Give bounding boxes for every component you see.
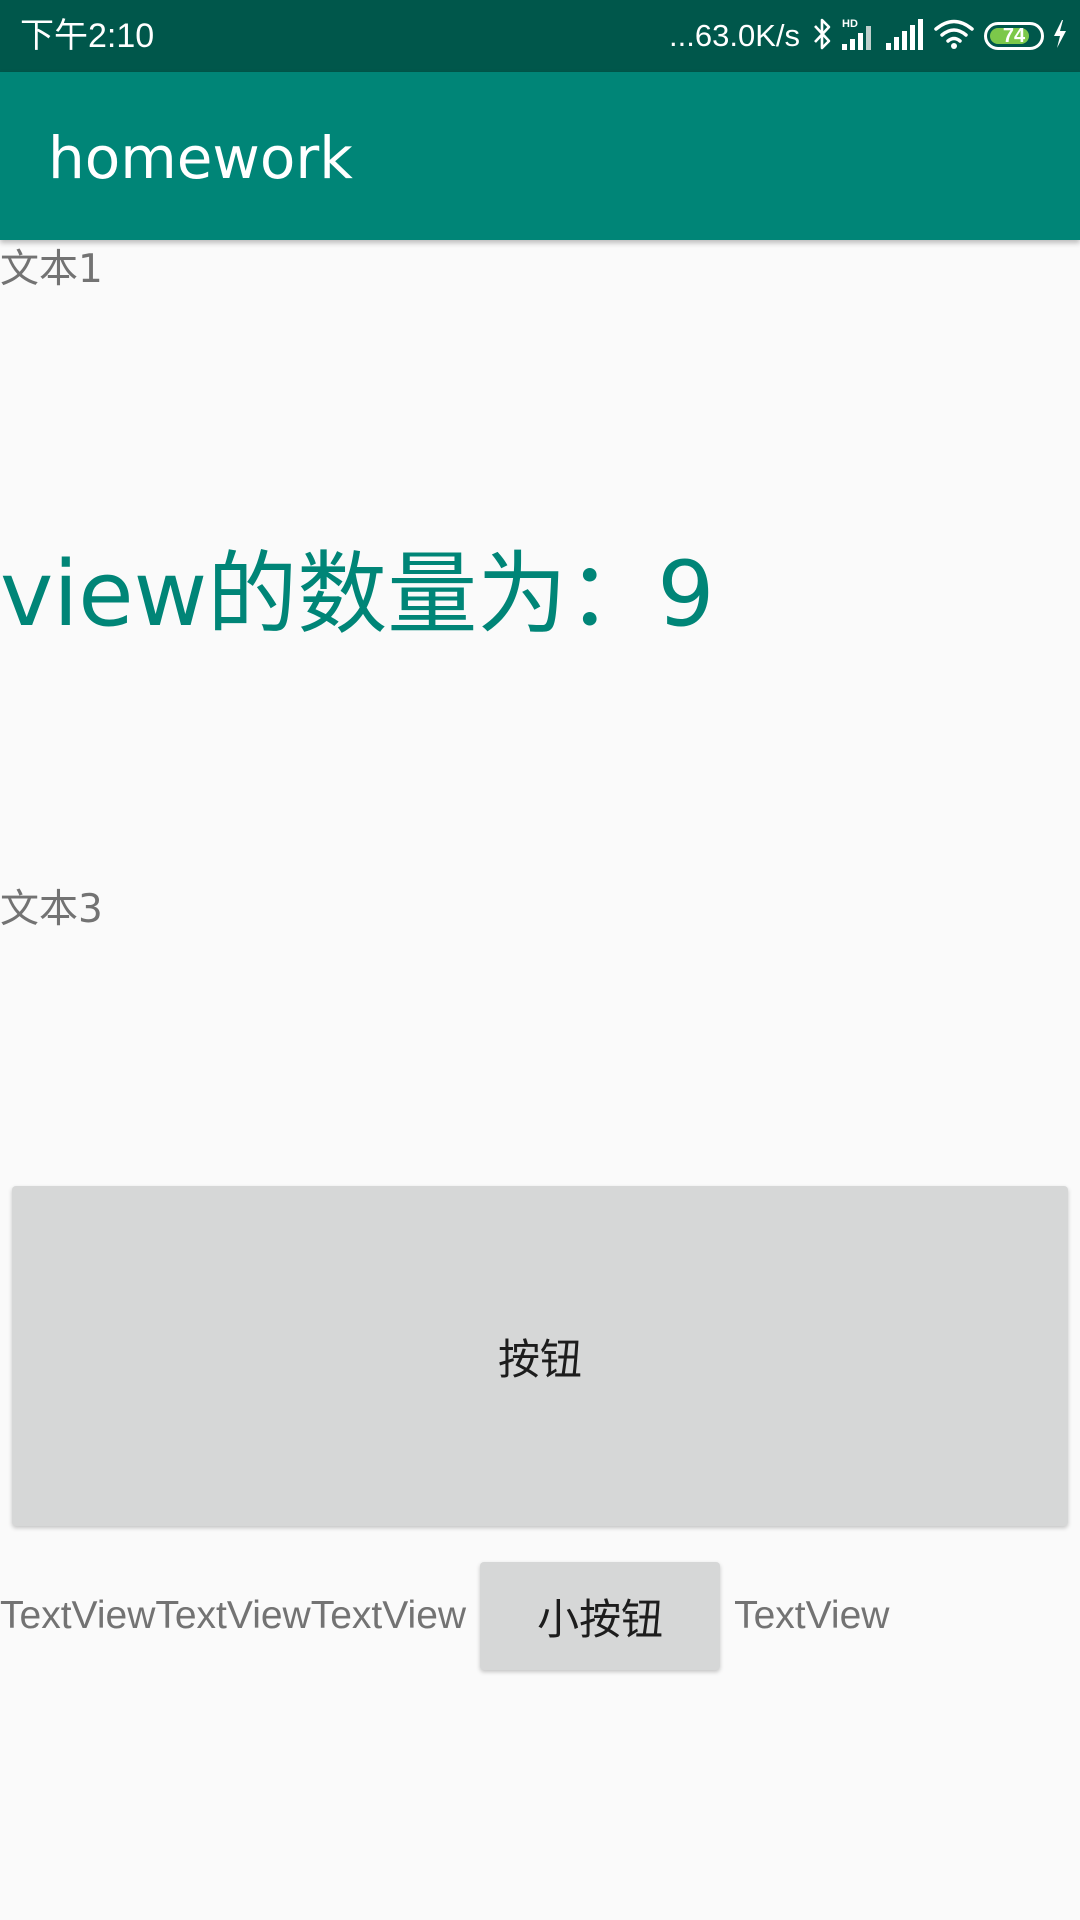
text-view-d: TextView xyxy=(734,1594,890,1637)
status-bar: 下午2:10 ...63.0K/s HD 74 xyxy=(0,0,1080,72)
app-bar: homework xyxy=(0,72,1080,240)
small-button[interactable]: 小按钮 xyxy=(480,1562,721,1670)
status-time: 下午2:10 xyxy=(20,17,155,55)
text-view-1: 文本1 xyxy=(0,247,103,292)
view-count-text: view的数量为：9 xyxy=(0,542,715,647)
status-icons: ...63.0K/s HD 74 xyxy=(669,12,1068,60)
network-speed: ...63.0K/s xyxy=(669,18,800,53)
charging-icon xyxy=(1052,19,1068,53)
signal-icon xyxy=(884,16,924,56)
text-view-a: TextView xyxy=(0,1594,156,1637)
app-title: homework xyxy=(48,124,353,192)
bottom-row: TextView TextView TextView 小按钮 TextView xyxy=(0,1562,1080,1670)
hd-signal-icon: HD xyxy=(840,16,876,56)
text-view-b: TextView xyxy=(155,1594,311,1637)
text-view-3: 文本3 xyxy=(0,887,103,932)
big-button[interactable]: 按钮 xyxy=(12,1186,1068,1526)
text-view-c: TextView xyxy=(310,1594,467,1637)
battery-icon: 74 xyxy=(984,22,1044,50)
bluetooth-icon xyxy=(812,17,832,55)
battery-level: 74 xyxy=(1002,24,1026,47)
svg-text:HD: HD xyxy=(842,18,858,30)
wifi-icon xyxy=(932,16,976,56)
